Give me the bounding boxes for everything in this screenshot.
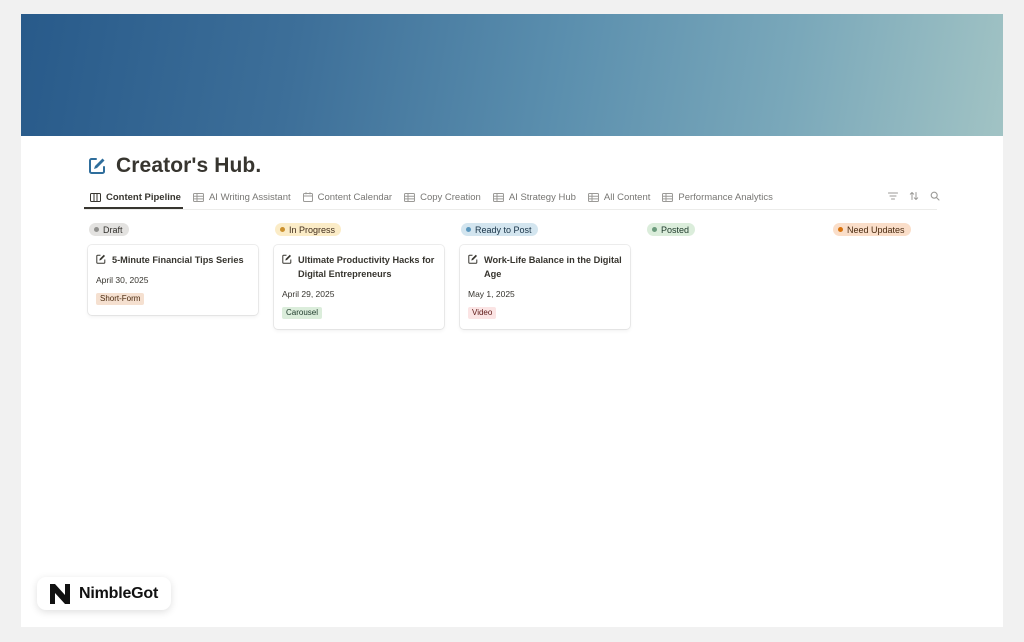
kanban-board: Draft 5-Minute Financial Tips Series April…	[88, 219, 1002, 329]
status-label: Draft	[103, 224, 123, 235]
status-badge[interactable]: Posted	[647, 223, 696, 236]
edit-icon	[96, 254, 106, 264]
board-column-in-progress: In Progress Ultimate Productivity Hacks f…	[274, 219, 444, 329]
edit-icon	[468, 254, 478, 264]
view-tabs: Content Pipeline AI Writing Assistant Cont…	[84, 186, 779, 208]
card-title-row: 5-Minute Financial Tips Series	[96, 253, 250, 267]
card-title: 5-Minute Financial Tips Series	[112, 255, 244, 265]
tab-label: Copy Creation	[420, 191, 481, 203]
tab-label: All Content	[603, 191, 651, 203]
board-column-need-updates: Need Updates	[832, 219, 1002, 329]
tab-all-content[interactable]: All Content	[582, 186, 656, 208]
status-badge[interactable]: Draft	[89, 223, 129, 236]
filter-icon[interactable]	[887, 189, 899, 203]
board-column-posted: Posted	[646, 219, 816, 329]
edit-icon	[87, 156, 107, 176]
status-label: Need Updates	[847, 224, 905, 235]
tab-label: Performance Analytics	[678, 191, 773, 203]
table-icon	[404, 192, 416, 202]
status-label: In Progress	[289, 224, 336, 235]
search-icon[interactable]	[929, 189, 941, 203]
status-label: Posted	[661, 224, 690, 235]
status-dot-icon	[280, 227, 285, 232]
calendar-icon	[302, 192, 313, 202]
format-tag: Video	[468, 307, 497, 319]
card-title: Work-Life Balance in the Digital Age	[484, 255, 622, 279]
table-icon	[492, 192, 504, 202]
brand-badge: NimbleGot	[37, 577, 171, 610]
tab-label: AI Writing Assistant	[208, 191, 291, 203]
status-dot-icon	[652, 227, 657, 232]
tab-label: Content Pipeline	[106, 191, 181, 203]
page-title: Creator's Hub.	[116, 154, 262, 177]
page-cover	[21, 14, 1003, 136]
card-title: Ultimate Productivity Hacks for Digital …	[298, 255, 435, 279]
edit-icon	[282, 254, 292, 264]
format-tag: Carousel	[282, 307, 323, 319]
board-icon	[90, 192, 101, 202]
card-date: April 29, 2025	[282, 289, 335, 299]
status-badge[interactable]: In Progress	[275, 223, 342, 236]
content-card[interactable]: 5-Minute Financial Tips Series April 30, …	[88, 245, 258, 315]
board-column-ready-to-post: Ready to Post Work-Life Balance in the Di…	[460, 219, 630, 329]
card-date: April 30, 2025	[96, 275, 149, 285]
brand-logo	[48, 582, 72, 606]
status-dot-icon	[838, 227, 843, 232]
page-header: Creator's Hub.	[87, 151, 261, 181]
status-badge[interactable]: Need Updates	[833, 223, 911, 236]
tab-content-pipeline[interactable]: Content Pipeline	[84, 186, 187, 208]
view-tools	[887, 189, 941, 203]
card-title-row: Ultimate Productivity Hacks for Digital …	[282, 253, 436, 281]
status-label: Ready to Post	[475, 224, 532, 235]
tab-ai-strategy-hub[interactable]: AI Strategy Hub	[487, 186, 582, 208]
status-badge[interactable]: Ready to Post	[461, 223, 538, 236]
status-dot-icon	[466, 227, 471, 232]
table-icon	[192, 192, 204, 202]
tab-ai-writing-assistant[interactable]: AI Writing Assistant	[187, 186, 297, 208]
tab-performance-analytics[interactable]: Performance Analytics	[656, 186, 779, 208]
content-card[interactable]: Work-Life Balance in the Digital Age May …	[460, 245, 630, 329]
tab-label: AI Strategy Hub	[508, 191, 576, 203]
format-tag: Short-Form	[96, 293, 145, 305]
card-date: May 1, 2025	[468, 289, 515, 299]
board-column-draft: Draft 5-Minute Financial Tips Series April…	[88, 219, 258, 329]
tab-label: Content Calendar	[317, 191, 393, 203]
tabs-divider	[84, 209, 937, 210]
page-frame: Creator's Hub. Content Pipeline AI Writin…	[21, 14, 1003, 627]
tab-copy-creation[interactable]: Copy Creation	[398, 186, 487, 208]
table-icon	[662, 192, 674, 202]
table-icon	[587, 192, 599, 202]
sort-icon[interactable]	[908, 189, 920, 203]
tab-content-calendar[interactable]: Content Calendar	[297, 186, 398, 208]
brand-name: NimbleGot	[79, 584, 159, 602]
card-title-row: Work-Life Balance in the Digital Age	[468, 253, 622, 281]
content-card[interactable]: Ultimate Productivity Hacks for Digital …	[274, 245, 444, 329]
status-dot-icon	[94, 227, 99, 232]
